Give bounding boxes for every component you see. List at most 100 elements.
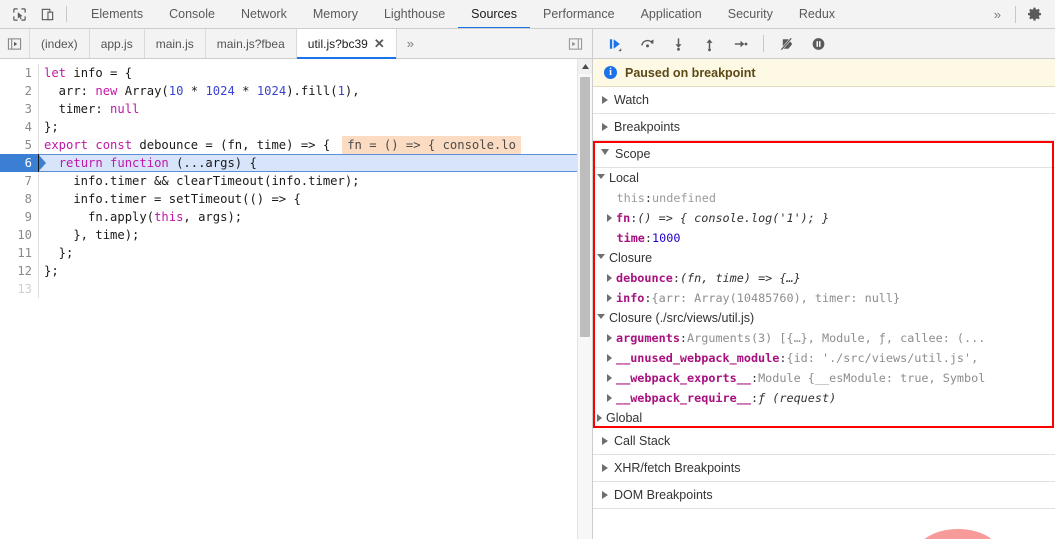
- show-debugger-icon[interactable]: [558, 29, 592, 58]
- section-dom-breakpoints[interactable]: DOM Breakpoints: [593, 482, 1055, 509]
- code-line-content[interactable]: let info = {: [39, 64, 577, 82]
- scope-property-value[interactable]: {arr: Array(10485760), timer: null}: [652, 291, 901, 305]
- main-tab-application[interactable]: Application: [628, 0, 715, 28]
- scope-group-closure-src-views-util-js-[interactable]: Closure (./src/views/util.js): [593, 308, 1055, 328]
- inspect-element-icon[interactable]: [6, 1, 32, 27]
- code-line[interactable]: 4};: [0, 118, 577, 136]
- main-tab-console[interactable]: Console: [156, 0, 228, 28]
- source-tab-main-js-fbea[interactable]: main.js?fbea: [206, 29, 297, 58]
- code-line[interactable]: 11 };: [0, 244, 577, 262]
- code-line[interactable]: 2 arr: new Array(10 * 1024 * 1024).fill(…: [0, 82, 577, 100]
- line-number[interactable]: 11: [0, 244, 38, 262]
- line-number[interactable]: 5: [0, 136, 38, 154]
- gear-icon[interactable]: [1022, 1, 1048, 27]
- section-call-stack[interactable]: Call Stack: [593, 428, 1055, 455]
- chevron-right-icon[interactable]: [607, 374, 612, 382]
- scroll-up-arrow-icon[interactable]: [578, 59, 592, 74]
- line-number[interactable]: 13: [0, 280, 38, 298]
- step-icon[interactable]: [726, 32, 754, 56]
- scope-property-row[interactable]: __webpack_require__: ƒ (request): [593, 388, 1055, 408]
- code-line[interactable]: 9 fn.apply(this, args);: [0, 208, 577, 226]
- code-line[interactable]: 5 export const debounce = (fn, time) => {…: [0, 136, 577, 154]
- chevron-right-icon[interactable]: [607, 334, 612, 342]
- main-tab-network[interactable]: Network: [228, 0, 300, 28]
- section-breakpoints[interactable]: Breakpoints: [593, 114, 1055, 141]
- scope-property-value[interactable]: ƒ (request): [758, 391, 836, 405]
- line-number[interactable]: 3: [0, 100, 38, 118]
- scope-property-row[interactable]: __webpack_exports__: Module {__esModule:…: [593, 368, 1055, 388]
- main-tab-memory[interactable]: Memory: [300, 0, 371, 28]
- code-line-content[interactable]: fn.apply(this, args);: [39, 208, 577, 226]
- resume-icon[interactable]: [602, 32, 630, 56]
- scope-property-row[interactable]: debounce: (fn, time) => {…}: [593, 268, 1055, 288]
- scope-group-global[interactable]: Global: [593, 408, 1055, 428]
- scope-property-value[interactable]: Arguments(3) [{…}, Module, ƒ, callee: (.…: [687, 331, 985, 345]
- scope-property-value[interactable]: Module {__esModule: true, Symbol: [758, 371, 985, 385]
- scope-property-value[interactable]: undefined: [652, 191, 716, 205]
- section-watch[interactable]: Watch: [593, 87, 1055, 114]
- code-line-content[interactable]: }, time);: [39, 226, 577, 244]
- main-tab-redux[interactable]: Redux: [786, 0, 848, 28]
- scope-property-row[interactable]: time: 1000: [593, 228, 1055, 248]
- code-line[interactable]: 10 }, time);: [0, 226, 577, 244]
- scope-group-local[interactable]: Local: [593, 168, 1055, 188]
- code-line-content[interactable]: };: [39, 244, 577, 262]
- main-tab-sources[interactable]: Sources: [458, 0, 530, 28]
- editor-vertical-scrollbar[interactable]: [577, 59, 592, 539]
- scope-property-row[interactable]: __unused_webpack_module: {id: './src/vie…: [593, 348, 1055, 368]
- line-number[interactable]: 9: [0, 208, 38, 226]
- scope-property-value[interactable]: 1000: [652, 231, 680, 245]
- source-tab-main-js[interactable]: main.js: [145, 29, 206, 58]
- source-tab-util-js-bc39[interactable]: util.js?bc39 ✕: [296, 29, 397, 59]
- scope-property-row[interactable]: fn: () => { console.log('1'); }: [593, 208, 1055, 228]
- code-line[interactable]: 3 timer: null: [0, 100, 577, 118]
- line-number[interactable]: 12: [0, 262, 38, 280]
- close-icon[interactable]: ✕: [374, 37, 385, 50]
- line-number[interactable]: 6: [0, 154, 46, 172]
- code-line-content[interactable]: };: [39, 118, 577, 136]
- code-line-content[interactable]: timer: null: [39, 100, 577, 118]
- device-toolbar-icon[interactable]: [34, 1, 60, 27]
- code-line[interactable]: 7 info.timer && clearTimeout(info.timer)…: [0, 172, 577, 190]
- source-tabs-overflow-icon[interactable]: »: [397, 29, 423, 58]
- code-line-content[interactable]: return function (...args) {: [39, 154, 577, 172]
- pause-on-exceptions-icon[interactable]: [804, 32, 832, 56]
- chevron-right-icon[interactable]: [607, 294, 612, 302]
- line-number[interactable]: 7: [0, 172, 38, 190]
- code-line-content[interactable]: export const debounce = (fn, time) => {f…: [39, 136, 577, 154]
- chevron-right-icon[interactable]: [607, 394, 612, 402]
- scope-property-row[interactable]: this: undefined: [593, 188, 1055, 208]
- main-tab-lighthouse[interactable]: Lighthouse: [371, 0, 458, 28]
- scope-property-value[interactable]: () => { console.log('1'); }: [637, 211, 829, 225]
- code-line-content[interactable]: info.timer = setTimeout(() => {: [39, 190, 577, 208]
- scope-property-row[interactable]: arguments: Arguments(3) [{…}, Module, ƒ,…: [593, 328, 1055, 348]
- chevron-right-icon[interactable]: [607, 274, 612, 282]
- main-tabs-overflow-icon[interactable]: »: [985, 7, 1009, 22]
- code-line-content[interactable]: };: [39, 262, 577, 280]
- section-xhr-breakpoints[interactable]: XHR/fetch Breakpoints: [593, 455, 1055, 482]
- code-line[interactable]: 8 info.timer = setTimeout(() => {: [0, 190, 577, 208]
- chevron-right-icon[interactable]: [607, 354, 612, 362]
- code-line[interactable]: 13: [0, 280, 577, 298]
- chevron-right-icon[interactable]: [607, 214, 612, 222]
- step-over-icon[interactable]: [633, 32, 661, 56]
- source-tab-app-js[interactable]: app.js: [90, 29, 145, 58]
- line-number[interactable]: 4: [0, 118, 38, 136]
- code-line[interactable]: 12};: [0, 262, 577, 280]
- scope-property-value[interactable]: (fn, time) => {…}: [680, 271, 801, 285]
- main-tab-performance[interactable]: Performance: [530, 0, 628, 28]
- step-into-icon[interactable]: [664, 32, 692, 56]
- line-number[interactable]: 8: [0, 190, 38, 208]
- code-line-content[interactable]: info.timer && clearTimeout(info.timer);: [39, 172, 577, 190]
- source-tab--index-[interactable]: (index): [30, 29, 90, 58]
- line-number[interactable]: 1: [0, 64, 38, 82]
- deactivate-breakpoints-icon[interactable]: [773, 32, 801, 56]
- main-tab-elements[interactable]: Elements: [78, 0, 156, 28]
- line-number[interactable]: 2: [0, 82, 38, 100]
- code-editor[interactable]: 1 let info = {2 arr: new Array(10 * 1024 …: [0, 59, 577, 539]
- code-line[interactable]: 6 return function (...args) {: [0, 154, 577, 172]
- line-number[interactable]: 10: [0, 226, 38, 244]
- editor-scrollbar-thumb[interactable]: [580, 77, 590, 337]
- scope-property-value[interactable]: {id: './src/views/util.js',: [786, 351, 978, 365]
- code-line[interactable]: 1 let info = {: [0, 64, 577, 82]
